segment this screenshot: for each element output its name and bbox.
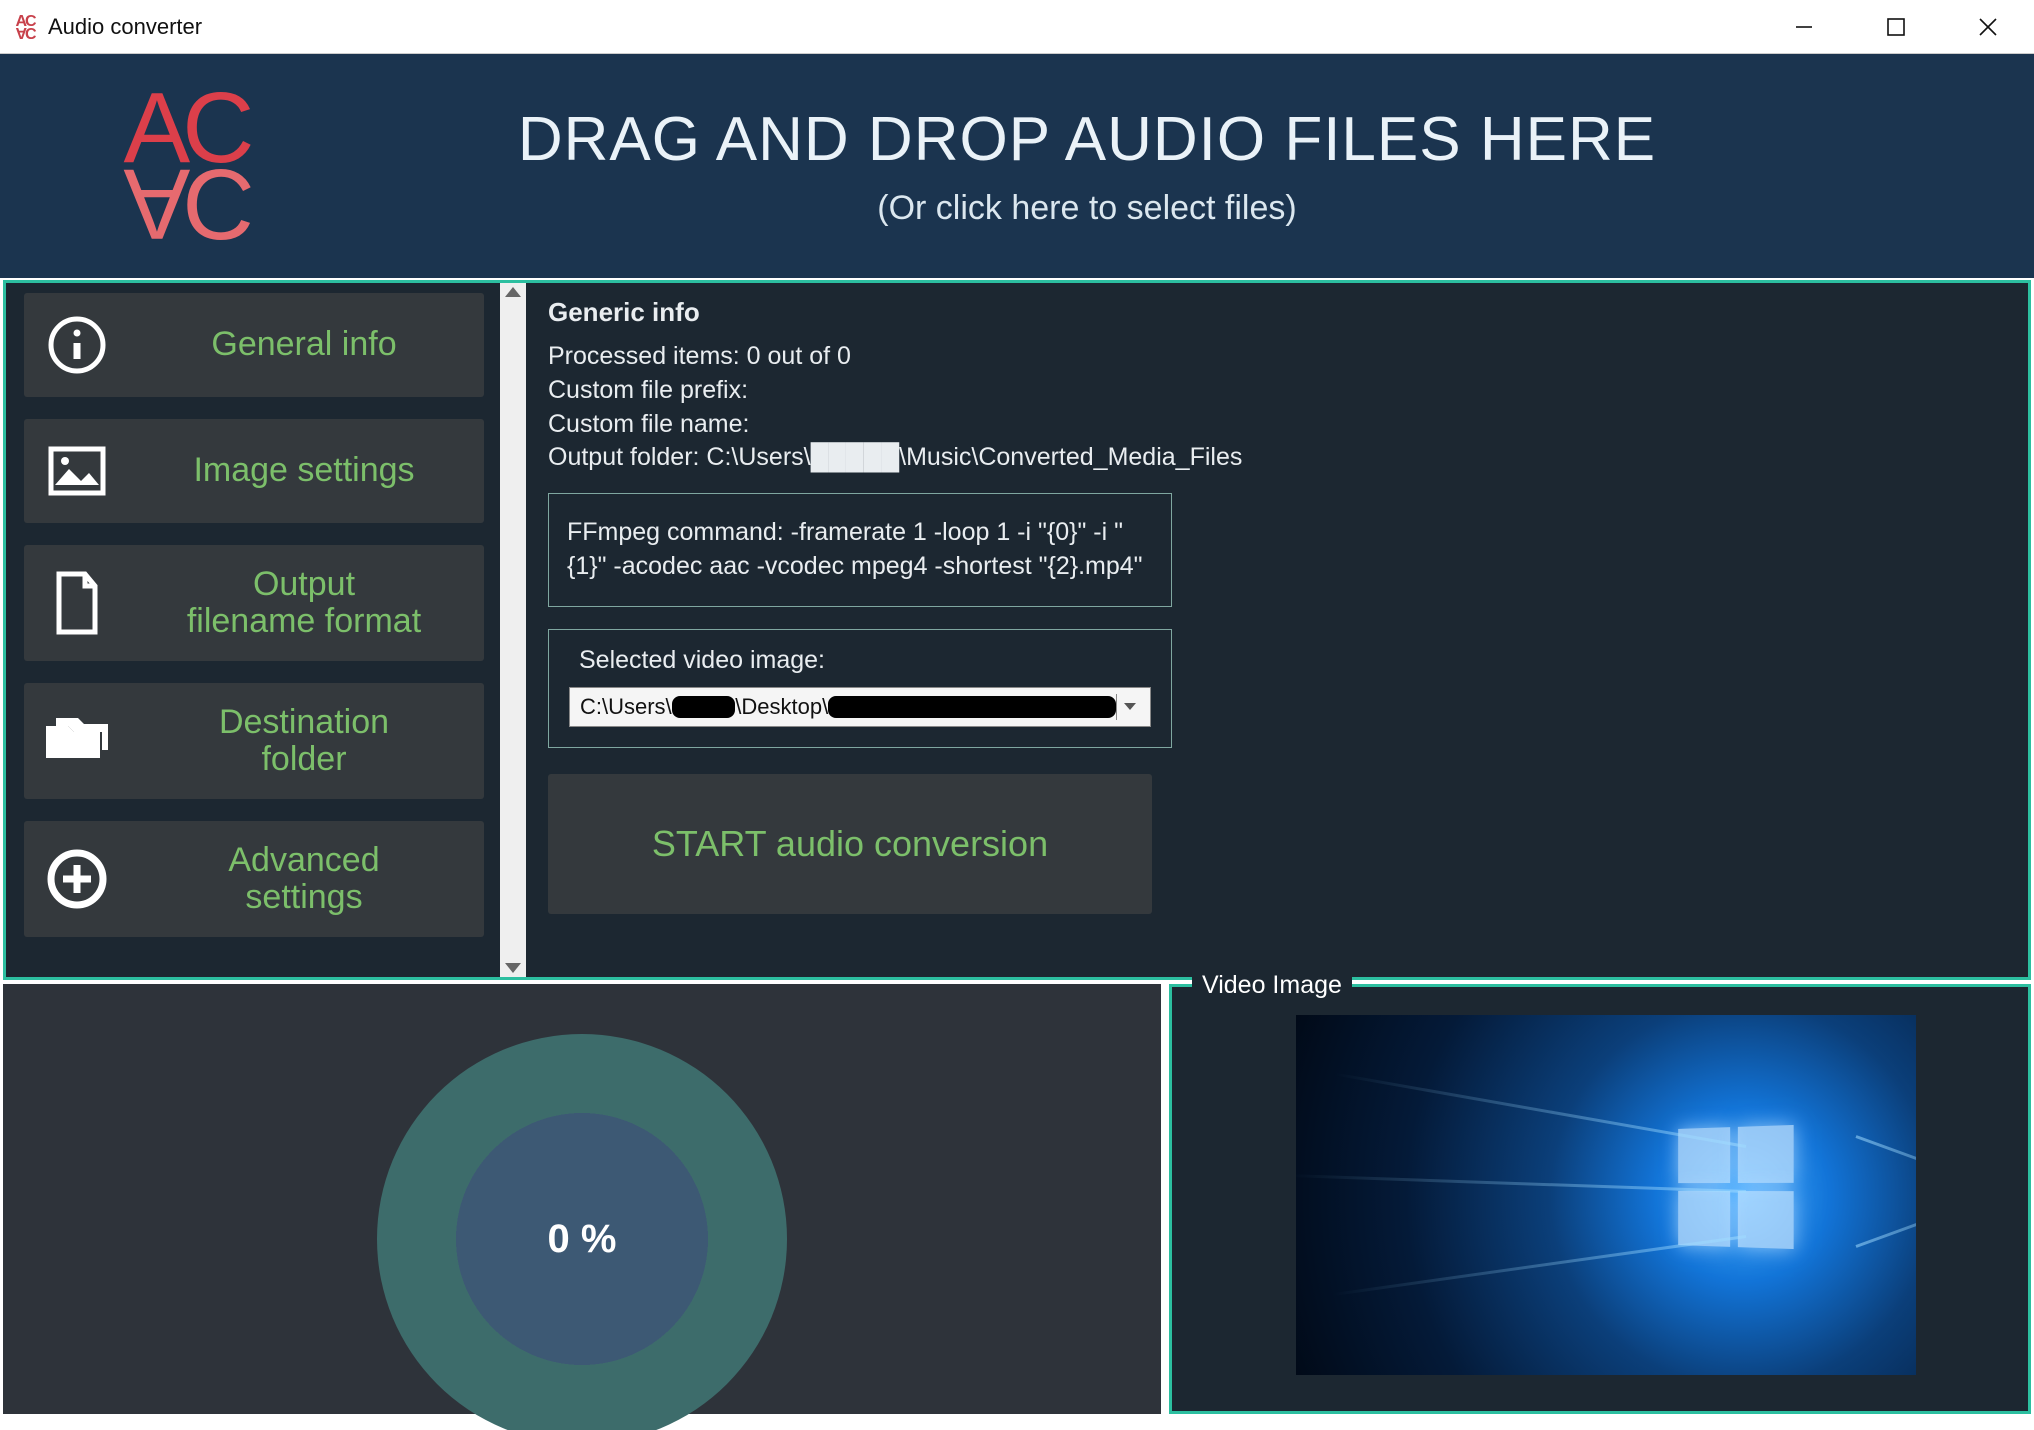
- drop-zone[interactable]: AC AC DRAG AND DROP AUDIO FILES HERE (Or…: [0, 54, 2034, 278]
- folders-icon: [42, 706, 112, 776]
- section-title: Generic info: [548, 297, 2008, 328]
- sidebar-item-label: Output filename format: [150, 566, 484, 641]
- start-button-label: START audio conversion: [652, 823, 1048, 865]
- output-folder-line: Output folder: C:\Users\█████\Music\Conv…: [548, 441, 2008, 475]
- minimize-icon: [1793, 16, 1815, 38]
- drop-zone-line1: DRAG AND DROP AUDIO FILES HERE: [280, 104, 1894, 175]
- workspace: General info Image settings Output filen…: [3, 280, 2031, 980]
- video-image-legend: Video Image: [1192, 971, 1352, 1000]
- processed-items-line: Processed items: 0 out of 0: [548, 340, 2008, 374]
- plus-circle-icon: [42, 844, 112, 914]
- sidebar-item-label: Advanced settings: [150, 842, 484, 917]
- sidebar-scrollbar[interactable]: [500, 283, 526, 977]
- chevron-down-icon: [1116, 694, 1142, 720]
- maximize-button[interactable]: [1850, 0, 1942, 53]
- progress-donut: 0 %: [377, 1034, 787, 1430]
- sidebar-item-output-filename[interactable]: Output filename format: [24, 545, 484, 661]
- video-image-panel: Video Image: [1169, 984, 2031, 1414]
- main-panel: Generic info Processed items: 0 out of 0…: [526, 283, 2028, 977]
- close-icon: [1977, 16, 1999, 38]
- selected-image-path-part1: C:\Users\: [580, 694, 672, 720]
- file-icon: [42, 568, 112, 638]
- custom-prefix-line: Custom file prefix:: [548, 374, 2008, 408]
- sidebar-item-destination-folder[interactable]: Destination folder: [24, 683, 484, 799]
- selected-image-dropdown[interactable]: C:\Users\ \Desktop\: [569, 687, 1151, 727]
- scroll-up-icon: [505, 287, 521, 297]
- scroll-down-icon: [505, 963, 521, 973]
- sidebar-item-advanced-settings[interactable]: Advanced settings: [24, 821, 484, 937]
- selected-image-path-part2: \Desktop\: [735, 694, 828, 720]
- app-icon: ACAC: [12, 14, 38, 40]
- ffmpeg-command-text: FFmpeg command: -framerate 1 -loop 1 -i …: [567, 518, 1143, 580]
- window-title: Audio converter: [48, 14, 202, 40]
- sidebar-item-label: General info: [150, 326, 484, 363]
- ffmpeg-command-box: FFmpeg command: -framerate 1 -loop 1 -i …: [548, 493, 1172, 607]
- titlebar: ACAC Audio converter: [0, 0, 2034, 54]
- custom-name-line: Custom file name:: [548, 408, 2008, 442]
- progress-percent-label: 0 %: [548, 1217, 617, 1262]
- maximize-icon: [1886, 17, 1906, 37]
- progress-panel: 0 %: [3, 984, 1161, 1414]
- sidebar-item-image-settings[interactable]: Image settings: [24, 419, 484, 523]
- selected-image-box: Selected video image: C:\Users\ \Desktop…: [548, 629, 1172, 748]
- info-icon: [42, 310, 112, 380]
- drop-zone-text: DRAG AND DROP AUDIO FILES HERE (Or click…: [280, 104, 2034, 228]
- start-conversion-button[interactable]: START audio conversion: [548, 774, 1152, 914]
- window-controls: [1758, 0, 2034, 53]
- selected-image-label: Selected video image:: [569, 646, 1151, 675]
- bottom-strip: 0 % Video Image: [3, 984, 2031, 1414]
- sidebar-item-general-info[interactable]: General info: [24, 293, 484, 397]
- sidebar-item-label: Image settings: [150, 452, 484, 489]
- sidebar: General info Image settings Output filen…: [6, 283, 500, 977]
- minimize-button[interactable]: [1758, 0, 1850, 53]
- redacted-segment: [672, 696, 736, 718]
- sidebar-item-label: Destination folder: [150, 704, 484, 779]
- video-image-preview: [1296, 1015, 1916, 1375]
- app-logo: AC AC: [90, 76, 280, 256]
- close-button[interactable]: [1942, 0, 2034, 53]
- drop-zone-line2: (Or click here to select files): [280, 189, 1894, 228]
- redacted-segment: [828, 696, 1116, 718]
- image-icon: [42, 436, 112, 506]
